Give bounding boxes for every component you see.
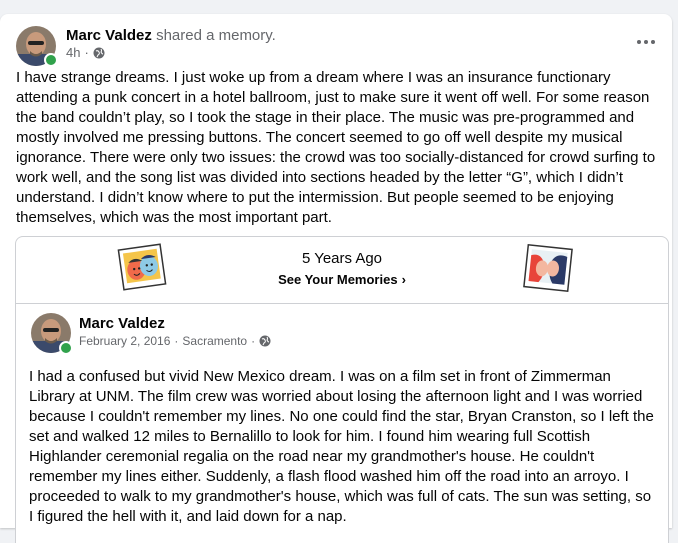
memory-attachment[interactable]: 5 Years Ago See Your Memories › Marc Val… [15,236,669,543]
post-meta: 4h · [66,45,105,60]
chevron-right-icon: › [401,272,406,287]
post-text: I have strange dreams. I just woke up fr… [16,69,656,226]
shared-post-date-link[interactable]: February 2, 2016 [79,334,170,348]
globe-icon[interactable] [93,47,105,59]
meta-separator: · [251,334,256,348]
online-status-dot [44,53,58,67]
shared-author-name-link[interactable]: Marc Valdez [79,315,165,332]
shared-post-meta: February 2, 2016 · Sacramento · [79,334,271,348]
shared-post-text: I had a confused but vivid New Mexico dr… [29,368,654,525]
memory-kiss-illustration-icon [522,243,574,298]
shared-online-status-dot [59,341,73,355]
meta-separator: · [84,45,89,60]
more-options-icon[interactable] [636,36,656,48]
shared-post-location-link[interactable]: Sacramento [182,334,247,348]
post-timestamp-link[interactable]: 4h [66,45,80,60]
memory-header[interactable]: 5 Years Ago See Your Memories › [16,237,668,304]
globe-icon[interactable] [259,335,271,347]
post-header-title: Marc Valdez shared a memory. [66,27,276,44]
meta-separator: · [174,334,179,348]
author-name-link[interactable]: Marc Valdez [66,27,152,44]
see-your-memories-label: See Your Memories [278,272,398,287]
post-action-text: shared a memory. [156,27,276,44]
post-card: Marc Valdez shared a memory. 4h · I have… [0,14,672,543]
